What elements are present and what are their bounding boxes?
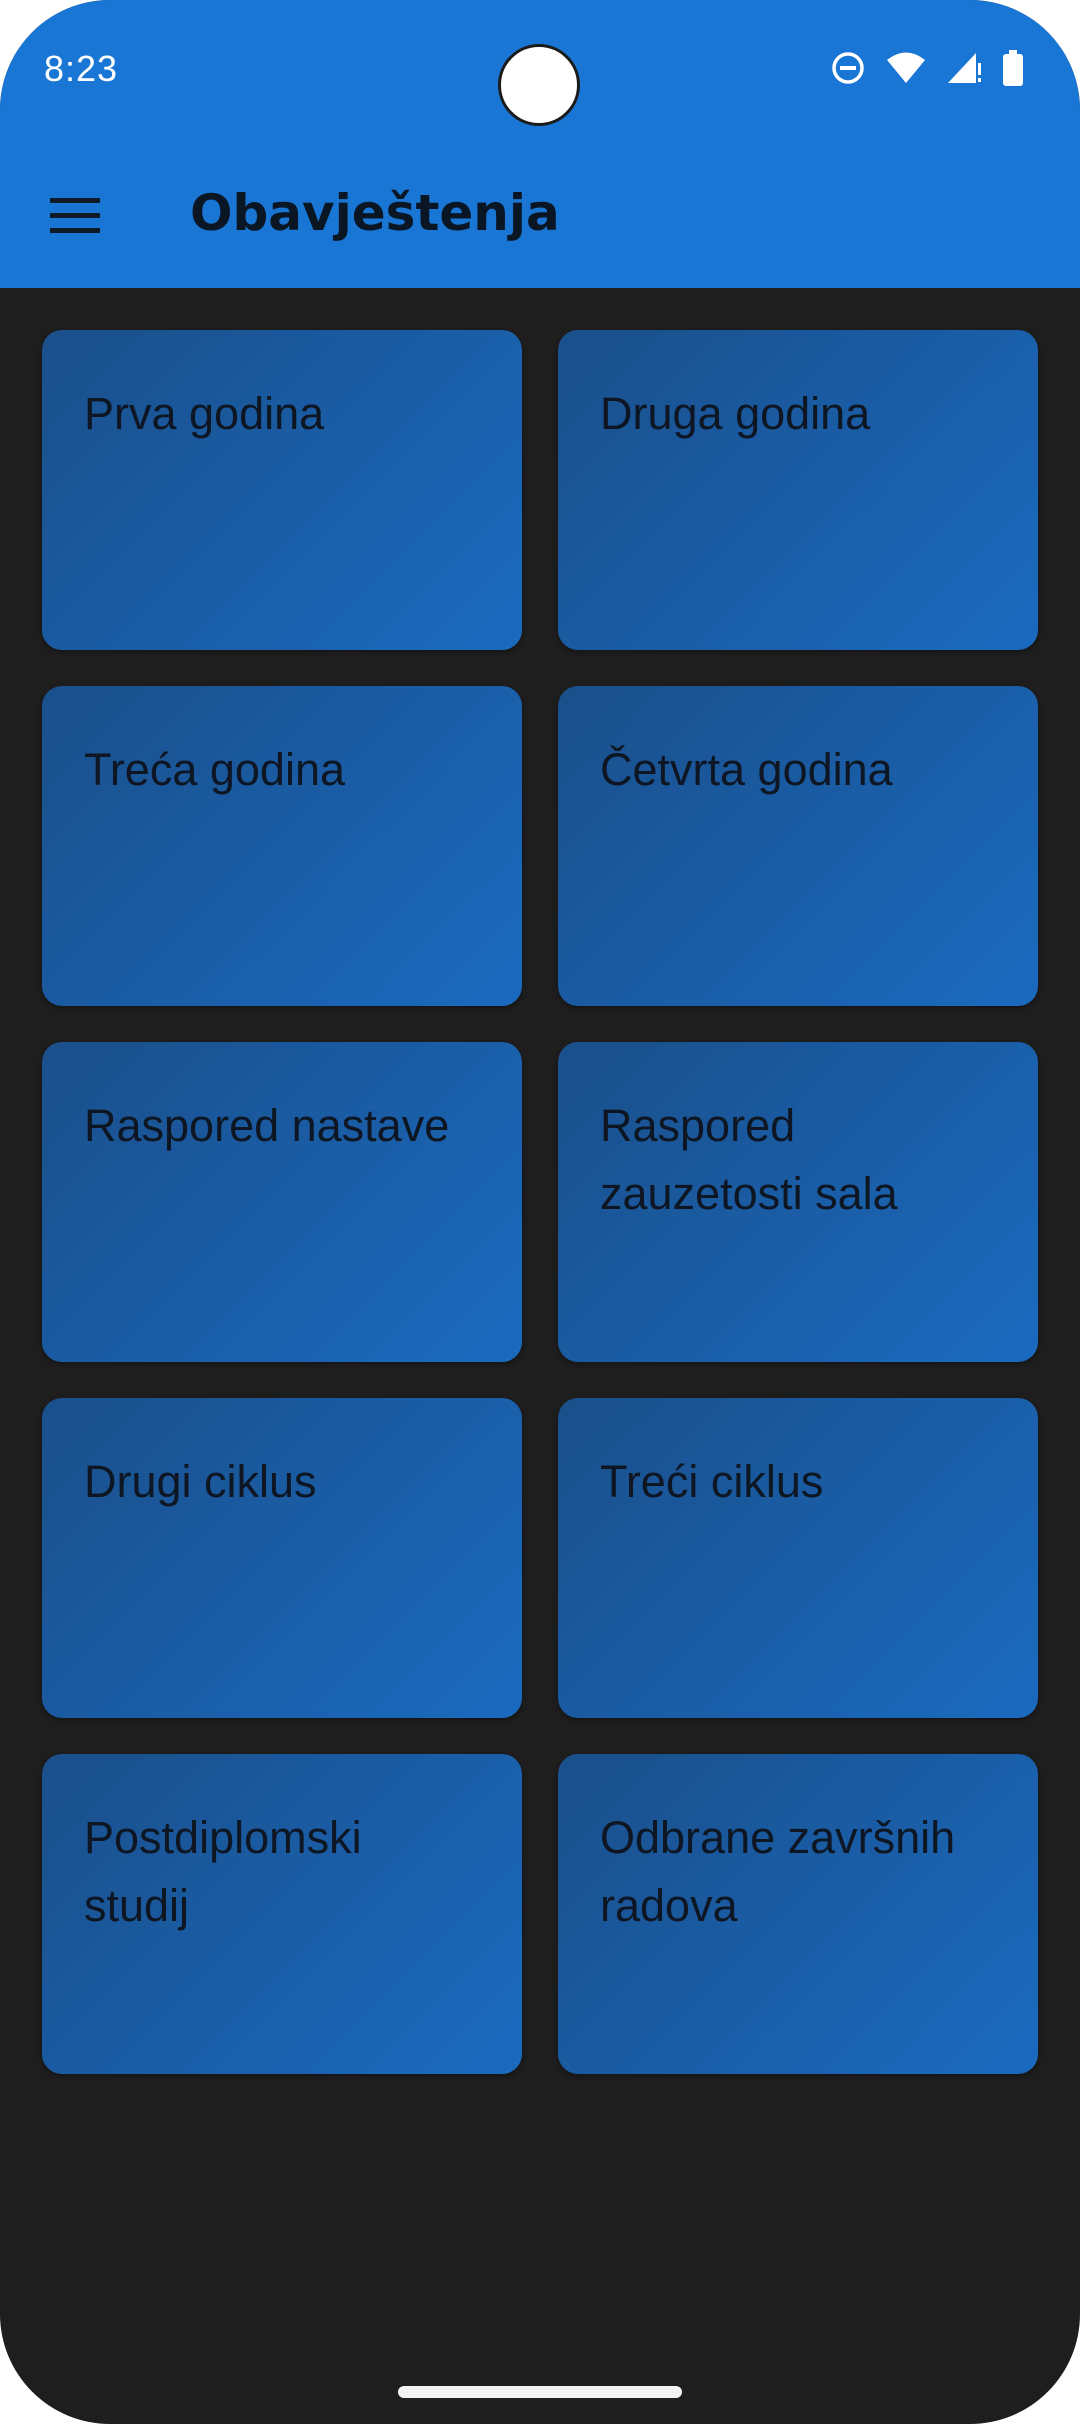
tile-label: Raspored zauzetosti sala [600, 1100, 898, 1219]
tile-label: Odbrane završnih radova [600, 1812, 956, 1931]
tile-treca-godina[interactable]: Treća godina [42, 686, 522, 1006]
do-not-disturb-icon [830, 50, 866, 91]
tile-prva-godina[interactable]: Prva godina [42, 330, 522, 650]
hamburger-menu-icon[interactable] [40, 180, 110, 250]
tile-label: Raspored nastave [84, 1100, 450, 1151]
tile-label: Prva godina [84, 388, 325, 439]
tile-label: Drugi ciklus [84, 1456, 317, 1507]
tile-cetvrta-godina[interactable]: Četvrta godina [558, 686, 1038, 1006]
tile-label: Treća godina [84, 744, 345, 795]
tile-druga-godina[interactable]: Druga godina [558, 330, 1038, 650]
status-icons [830, 49, 1024, 91]
tile-label: Postdiplomski studij [84, 1812, 362, 1931]
tile-label: Četvrta godina [600, 744, 893, 795]
page-title: Obavještenja [190, 184, 560, 242]
tile-raspored-nastave[interactable]: Raspored nastave [42, 1042, 522, 1362]
tile-treci-ciklus[interactable]: Treći ciklus [558, 1398, 1038, 1718]
tile-drugi-ciklus[interactable]: Drugi ciklus [42, 1398, 522, 1718]
wifi-icon [886, 51, 926, 90]
battery-icon [1002, 49, 1024, 91]
home-indicator[interactable] [398, 2386, 682, 2398]
tile-label: Treći ciklus [600, 1456, 824, 1507]
signal-icon [946, 51, 982, 90]
tile-raspored-zauzetosti-sala[interactable]: Raspored zauzetosti sala [558, 1042, 1038, 1362]
app-bar: 8:23 Obavještenja [0, 0, 1080, 288]
category-grid: Prva godina Druga godina Treća godina Če… [42, 330, 1038, 2074]
status-time: 8:23 [44, 48, 119, 89]
phone-screen: 8:23 Obavještenja Prva godina Druga godi… [0, 0, 1080, 2424]
tile-postdiplomski-studij[interactable]: Postdiplomski studij [42, 1754, 522, 2074]
tile-odbrane-zavrsnih-radova[interactable]: Odbrane završnih radova [558, 1754, 1038, 2074]
tile-label: Druga godina [600, 388, 871, 439]
camera-cutout [498, 44, 580, 126]
